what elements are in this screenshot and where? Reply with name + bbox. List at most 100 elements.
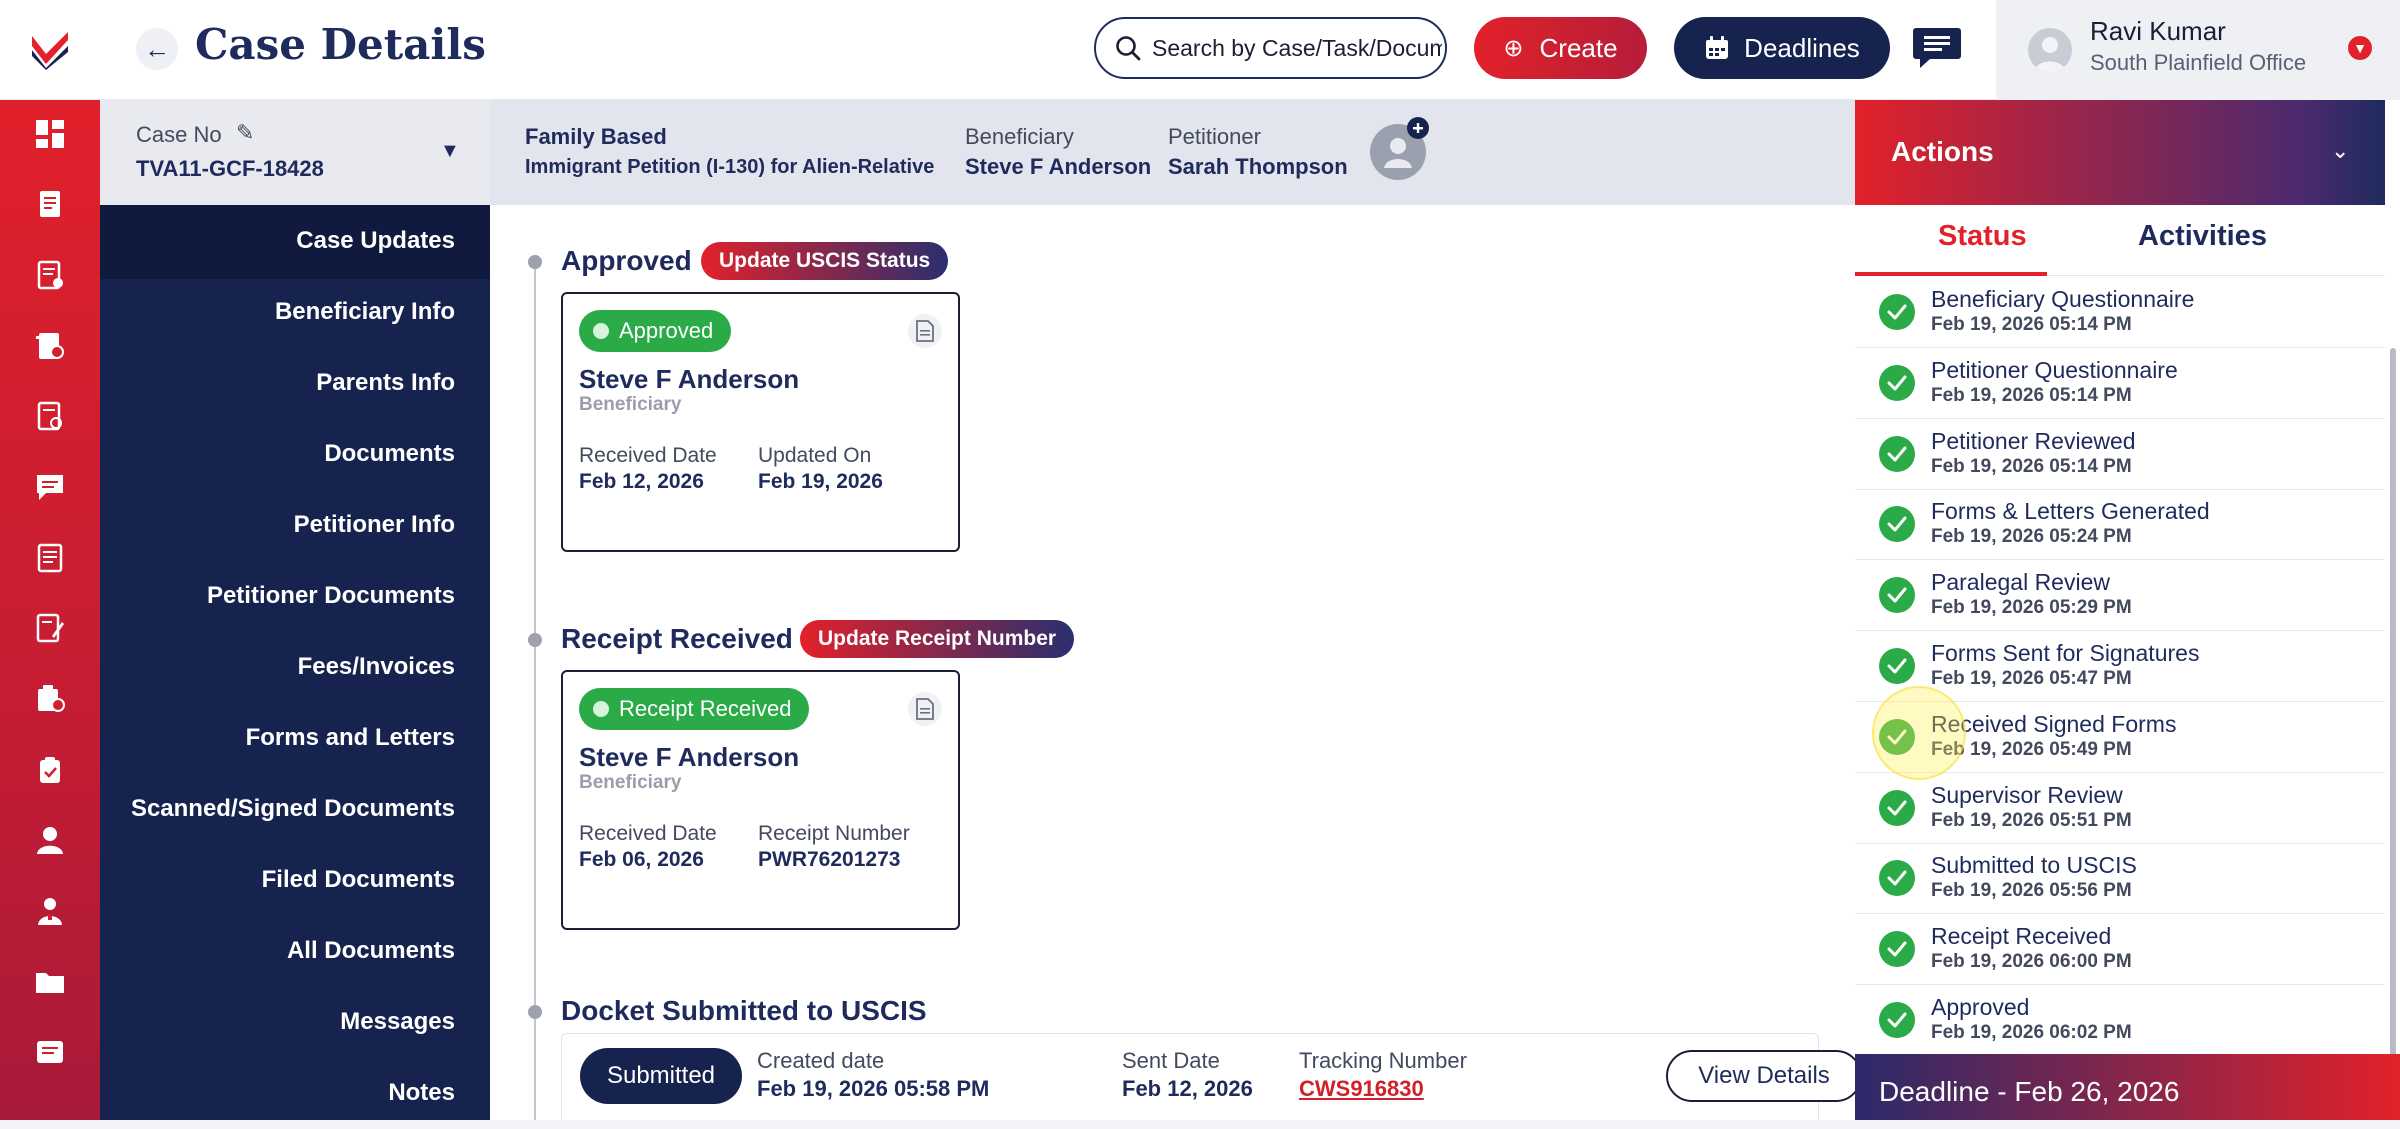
- pencil-icon[interactable]: ✎: [236, 120, 254, 146]
- search-input[interactable]: [1152, 34, 1442, 62]
- app-logo[interactable]: [0, 0, 100, 100]
- section-filed-documents[interactable]: Filed Documents: [262, 866, 455, 894]
- folder-icon[interactable]: [32, 964, 68, 1000]
- status-item-name: Receipt Received: [1931, 923, 2112, 950]
- timeline-dot: [528, 1005, 542, 1019]
- user-menu[interactable]: Ravi Kumar South Plainfield Office ▼: [1996, 0, 2400, 100]
- create-button[interactable]: ⊕ Create: [1474, 17, 1647, 79]
- created-date-value: Feb 19, 2026 05:58 PM: [757, 1076, 990, 1101]
- view-details-button[interactable]: View Details: [1666, 1050, 1855, 1102]
- status-item[interactable]: Approved Feb 19, 2026 06:02 PM: [1855, 986, 2385, 1056]
- document-icon[interactable]: [908, 692, 942, 726]
- section-parents-info[interactable]: Parents Info: [316, 369, 455, 397]
- step-title-docket: Docket Submitted to USCIS: [561, 995, 927, 1026]
- timeline-dot: [528, 255, 542, 269]
- card-person-role: Beneficiary: [579, 772, 682, 793]
- documents-icon[interactable]: [32, 540, 68, 576]
- status-item[interactable]: Petitioner Questionnaire Feb 19, 2026 05:…: [1855, 349, 2385, 419]
- chat-icon: [1913, 28, 1961, 68]
- section-notes[interactable]: Notes: [388, 1079, 455, 1107]
- forms-icon[interactable]: [32, 398, 68, 434]
- tab-status[interactable]: Status: [1938, 220, 2027, 253]
- status-item-time: Feb 19, 2026 05:14 PM: [1931, 455, 2132, 477]
- case-no-label: Case No: [136, 122, 222, 147]
- timeline-line: [534, 263, 536, 1129]
- status-item[interactable]: Forms Sent for Signatures Feb 19, 2026 05…: [1855, 632, 2385, 702]
- chevron-down-icon[interactable]: ▼: [2348, 36, 2372, 60]
- updated-on-label: Updated On: [758, 444, 872, 467]
- check-circle-icon: [1879, 294, 1915, 330]
- notes-icon[interactable]: [32, 610, 68, 646]
- timeline-dot: [528, 633, 542, 647]
- section-forms-letters[interactable]: Forms and Letters: [246, 724, 455, 752]
- search-box[interactable]: [1094, 17, 1447, 79]
- user-office: South Plainfield Office: [2090, 50, 2307, 75]
- section-petitioner-info[interactable]: Petitioner Info: [294, 511, 455, 539]
- status-item-time: Feb 19, 2026 05:14 PM: [1931, 314, 2132, 335]
- user-icon[interactable]: [32, 822, 68, 858]
- section-scanned-signed[interactable]: Scanned/Signed Documents: [131, 795, 455, 823]
- beneficiary-name: Steve F Anderson: [965, 154, 1152, 179]
- actions-header[interactable]: Actions ⌄: [1855, 100, 2385, 205]
- status-item-time: Feb 19, 2026 05:47 PM: [1931, 668, 2132, 689]
- received-date-value: Feb 12, 2026: [579, 470, 704, 493]
- chevron-down-icon[interactable]: ⌄: [2331, 138, 2349, 164]
- reports-icon[interactable]: [32, 681, 68, 717]
- status-item-time: Feb 19, 2026 05:56 PM: [1931, 880, 2132, 902]
- status-item[interactable]: Beneficiary Questionnaire Feb 19, 2026 05…: [1855, 278, 2385, 348]
- status-badge: Receipt Received: [579, 688, 810, 730]
- section-documents[interactable]: Documents: [324, 440, 455, 468]
- status-item-name: Submitted to USCIS: [1931, 852, 2137, 879]
- status-item[interactable]: Petitioner Reviewed Feb 19, 2026 05:14 PM: [1855, 420, 2385, 490]
- step-title-receipt: Receipt Received: [561, 623, 793, 654]
- case-selector[interactable]: Case No ✎ TVA11-GCF-18428 ▼: [100, 100, 490, 205]
- page-title: Case Details: [195, 20, 486, 69]
- tracking-number-link[interactable]: CWS916830: [1299, 1076, 1424, 1102]
- section-fees-invoices[interactable]: Fees/Invoices: [298, 653, 455, 681]
- cards-icon[interactable]: [32, 1034, 68, 1070]
- check-circle-icon: [1879, 435, 1915, 472]
- sent-date-label: Sent Date: [1122, 1048, 1220, 1073]
- section-messages[interactable]: Messages: [340, 1008, 455, 1036]
- scrollbar[interactable]: [2390, 348, 2396, 1066]
- case-info-bar: Case No ✎ TVA11-GCF-18428 ▼ Family Based…: [100, 100, 1855, 205]
- section-beneficiary-info[interactable]: Beneficiary Info: [275, 298, 455, 326]
- check-circle-icon: [1879, 789, 1915, 826]
- dashboard-icon[interactable]: [32, 116, 68, 152]
- update-uscis-status-button[interactable]: Update USCIS Status: [701, 242, 949, 280]
- tasks-icon[interactable]: [32, 257, 68, 293]
- section-all-documents[interactable]: All Documents: [287, 937, 455, 965]
- add-person-button[interactable]: [1366, 116, 1432, 182]
- receipt-number-value: PWR76201273: [758, 848, 901, 871]
- tab-activities[interactable]: Activities: [2138, 220, 2267, 253]
- status-item[interactable]: Received Signed Forms Feb 19, 2026 05:49 …: [1855, 703, 2385, 773]
- card-person-name: Steve F Anderson: [579, 364, 800, 394]
- update-receipt-number-button[interactable]: Update Receipt Number: [800, 620, 1075, 658]
- status-item[interactable]: Receipt Received Feb 19, 2026 06:00 PM: [1855, 915, 2385, 986]
- messages-icon[interactable]: [32, 469, 68, 505]
- updated-on-value: Feb 19, 2026: [758, 470, 883, 493]
- section-petitioner-documents[interactable]: Petitioner Documents: [207, 582, 455, 610]
- status-item[interactable]: Forms & Letters Generated Feb 19, 2026 05…: [1855, 490, 2385, 561]
- clipboard-icon[interactable]: [32, 752, 68, 788]
- status-item-name: Paralegal Review: [1931, 569, 2110, 596]
- created-date-label: Created date: [757, 1048, 885, 1073]
- status-item-name: Forms & Letters Generated: [1931, 498, 2210, 525]
- chat-button[interactable]: [1912, 26, 1962, 70]
- check-circle-icon: [1879, 577, 1915, 614]
- status-item[interactable]: Supervisor Review Feb 19, 2026 05:51 PM: [1855, 774, 2385, 844]
- step-title-approved: Approved: [561, 245, 692, 276]
- back-button[interactable]: ←: [136, 28, 178, 70]
- users-icon[interactable]: [32, 893, 68, 929]
- status-item[interactable]: Paralegal Review Feb 19, 2026 05:29 PM: [1855, 561, 2385, 632]
- petitioner-name: Sarah Thompson: [1168, 154, 1348, 179]
- deadlines-button[interactable]: Deadlines: [1674, 17, 1890, 79]
- document-icon[interactable]: [908, 314, 942, 348]
- caret-down-icon[interactable]: ▼: [440, 140, 460, 163]
- card-person-role: Beneficiary: [579, 394, 682, 415]
- section-case-updates[interactable]: Case Updates: [296, 227, 455, 255]
- cases-icon[interactable]: [32, 186, 68, 222]
- status-item[interactable]: Submitted to USCIS Feb 19, 2026 05:56 PM: [1855, 844, 2385, 915]
- user-silhouette-icon: [2034, 37, 2066, 72]
- billing-icon[interactable]: [32, 328, 68, 364]
